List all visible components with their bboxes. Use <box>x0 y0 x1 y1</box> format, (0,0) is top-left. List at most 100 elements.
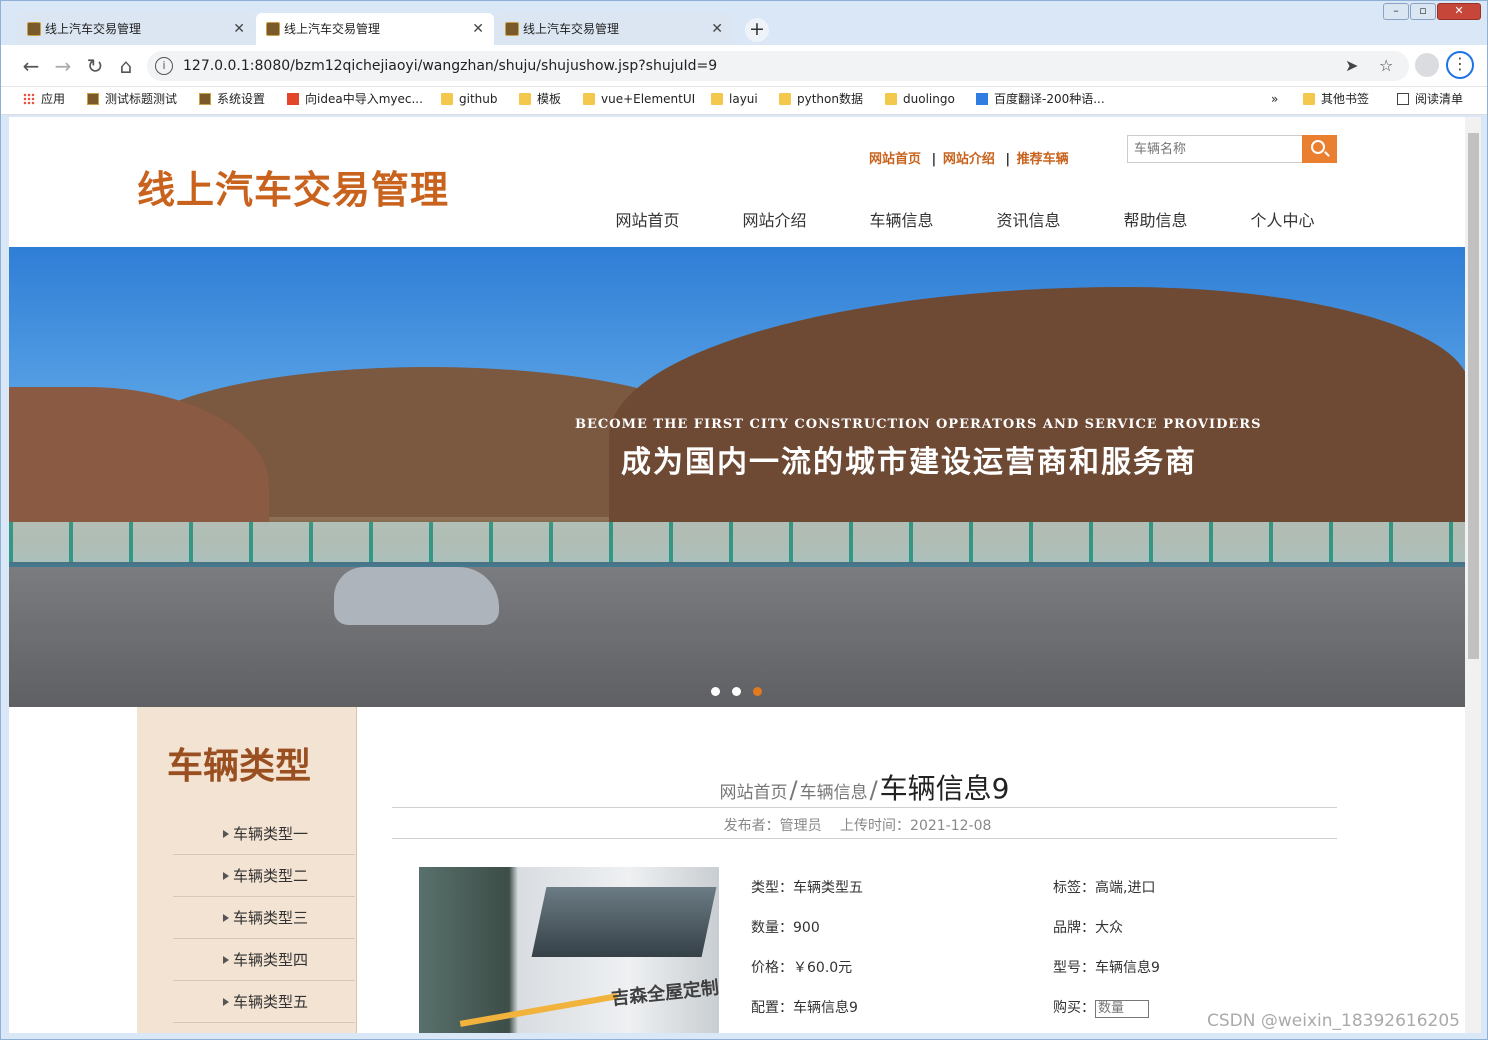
bookmark-star-icon[interactable]: ☆ <box>1379 51 1393 81</box>
bookmark-folder[interactable]: github <box>441 87 497 111</box>
tab-title: 线上汽车交易管理 <box>284 22 381 36</box>
window-controls: – ▫ ✕ <box>1382 3 1481 21</box>
browser-menu-icon[interactable]: ⋮ <box>1446 51 1474 79</box>
spec-type: 类型：车辆类型五 <box>751 880 863 896</box>
bookmark-item[interactable]: 百度翻译-200种语... <box>976 87 1105 111</box>
close-tab-icon[interactable]: ✕ <box>233 13 245 45</box>
bookmark-folder[interactable]: 模板 <box>519 87 561 111</box>
forward-arrow-icon[interactable]: → <box>50 53 76 79</box>
search-input[interactable] <box>1127 135 1303 163</box>
minimize-button[interactable]: – <box>1383 3 1409 20</box>
buy-quantity-input[interactable] <box>1095 999 1149 1018</box>
breadcrumb: 网站首页/车辆信息/车辆信息9 <box>392 767 1337 807</box>
spec-price: 价格：￥60.0元 <box>751 960 853 976</box>
close-tab-icon[interactable]: ✕ <box>472 13 484 45</box>
nav-home[interactable]: 网站首页 <box>589 207 706 231</box>
spec-config: 配置：车辆信息9 <box>751 1000 858 1016</box>
site-info-icon[interactable]: i <box>155 57 173 75</box>
category-sidebar: 车辆类型 车辆类型一 车辆类型二 车辆类型三 车辆类型四 车辆类型五 <box>137 707 357 1033</box>
bookmark-item[interactable]: 系统设置 <box>199 87 265 111</box>
car-window <box>531 887 717 957</box>
category-item[interactable]: 车辆类型二 <box>173 855 355 897</box>
toplink-about[interactable]: 网站介绍 <box>943 152 995 167</box>
banner-english-slogan: BECOME THE FIRST CITY CONSTRUCTION OPERA… <box>575 417 1262 432</box>
browser-window: 线上汽车交易管理 ✕ 线上汽车交易管理 ✕ 线上汽车交易管理 ✕ + – ▫ ✕ ←… <box>0 0 1488 1040</box>
nav-profile[interactable]: 个人中心 <box>1224 207 1341 231</box>
spec-model: 型号：车辆信息9 <box>1053 960 1160 976</box>
page-scrollbar[interactable] <box>1465 117 1481 1033</box>
back-arrow-icon[interactable]: ← <box>18 53 44 79</box>
category-item[interactable]: 车辆类型五 <box>173 981 355 1023</box>
bookmark-item[interactable]: 测试标题测试 <box>87 87 177 111</box>
category-item[interactable]: 车辆类型三 <box>173 897 355 939</box>
banner-chinese-slogan: 成为国内一流的城市建设运营商和服务商 <box>621 445 1197 480</box>
crumb-section[interactable]: 车辆信息 <box>800 783 868 803</box>
bookmark-folder[interactable]: duolingo <box>885 87 955 111</box>
new-tab-button[interactable]: + <box>745 18 769 42</box>
profile-avatar-icon[interactable] <box>1415 53 1439 77</box>
bookmark-apps[interactable]: 应用 <box>23 87 65 111</box>
banner-mountain <box>609 287 1465 537</box>
nav-vehicles[interactable]: 车辆信息 <box>843 207 960 231</box>
spec-brand: 品牌：大众 <box>1053 920 1123 936</box>
send-to-device-icon[interactable]: ➤ <box>1345 51 1358 81</box>
hero-banner[interactable]: BECOME THE FIRST CITY CONSTRUCTION OPERA… <box>9 247 1465 707</box>
scrollbar-thumb[interactable] <box>1468 133 1479 659</box>
browser-toolbar: ← → ↻ ⌂ i 127.0.0.1:8080/bzm12qichejiaoy… <box>1 45 1487 87</box>
folder-icon <box>779 93 791 105</box>
crumb-home[interactable]: 网站首页 <box>719 783 787 803</box>
reading-list-icon <box>1397 93 1409 105</box>
spec-buy: 购买： <box>1053 997 1149 1018</box>
buy-label: 购买： <box>1053 1000 1095 1016</box>
category-item[interactable]: 车辆类型四 <box>173 939 355 981</box>
bookmark-folder[interactable]: vue+ElementUI <box>583 87 695 111</box>
close-tab-icon[interactable]: ✕ <box>711 13 723 45</box>
site-favicon-icon <box>87 93 99 105</box>
nav-help[interactable]: 帮助信息 <box>1097 207 1214 231</box>
crumb-separator: / <box>789 776 798 804</box>
url-text[interactable]: 127.0.0.1:8080/bzm12qichejiaoyi/wangzhan… <box>183 51 717 81</box>
site-favicon-icon <box>27 22 41 36</box>
nav-about[interactable]: 网站介绍 <box>716 207 833 231</box>
folder-icon <box>711 93 723 105</box>
site-favicon-icon <box>199 93 211 105</box>
close-window-button[interactable]: ✕ <box>1437 3 1481 20</box>
toplink-home[interactable]: 网站首页 <box>869 152 921 167</box>
address-bar[interactable]: i 127.0.0.1:8080/bzm12qichejiaoyi/wangzh… <box>147 51 1409 81</box>
tab-title: 线上汽车交易管理 <box>45 22 142 36</box>
folder-icon <box>441 93 453 105</box>
category-list: 车辆类型一 车辆类型二 车辆类型三 车辆类型四 车辆类型五 <box>173 813 355 1023</box>
reading-list[interactable]: 阅读清单 <box>1397 87 1463 111</box>
reload-icon[interactable]: ↻ <box>82 53 108 79</box>
folder-icon <box>583 93 595 105</box>
bookmark-folder[interactable]: python数据 <box>779 87 863 111</box>
home-icon[interactable]: ⌂ <box>113 53 139 79</box>
toplink-recommended[interactable]: 推荐车辆 <box>1017 152 1069 167</box>
bookmarks-bar: 应用 测试标题测试 系统设置 向idea中导入myec... github 模板… <box>1 87 1487 115</box>
category-item[interactable]: 车辆类型一 <box>173 813 355 855</box>
tab-3[interactable]: 线上汽车交易管理 ✕ <box>495 13 733 45</box>
bookmark-folder-other[interactable]: 其他书签 <box>1303 87 1369 111</box>
toplink-separator: | <box>1005 152 1011 167</box>
tab-strip: 线上汽车交易管理 ✕ 线上汽车交易管理 ✕ 线上汽车交易管理 ✕ + – ▫ ✕ <box>1 1 1488 45</box>
bookmark-item[interactable]: 向idea中导入myec... <box>287 87 423 111</box>
site-logo[interactable]: 线上汽车交易管理 <box>137 159 449 214</box>
carousel-dot-active[interactable] <box>753 687 762 696</box>
c-favicon-icon <box>287 93 299 105</box>
more-bookmarks-chevron-icon[interactable]: » <box>1271 87 1278 111</box>
tab-title: 线上汽车交易管理 <box>523 22 620 36</box>
maximize-button[interactable]: ▫ <box>1410 3 1436 20</box>
sidebar-title: 车辆类型 <box>167 746 312 787</box>
site-search <box>1127 135 1337 163</box>
folder-icon <box>1303 93 1315 105</box>
search-button[interactable] <box>1302 135 1337 163</box>
crumb-separator: / <box>869 776 878 804</box>
tab-1[interactable]: 线上汽车交易管理 ✕ <box>17 13 255 45</box>
carousel-dot[interactable] <box>711 687 720 696</box>
divider <box>392 838 1337 839</box>
tab-2-active[interactable]: 线上汽车交易管理 ✕ <box>256 13 494 45</box>
carousel-dot[interactable] <box>732 687 741 696</box>
nav-news[interactable]: 资讯信息 <box>970 207 1087 231</box>
top-links: 网站首页 | 网站介绍 | 推荐车辆 <box>869 148 1073 167</box>
bookmark-folder[interactable]: layui <box>711 87 758 111</box>
